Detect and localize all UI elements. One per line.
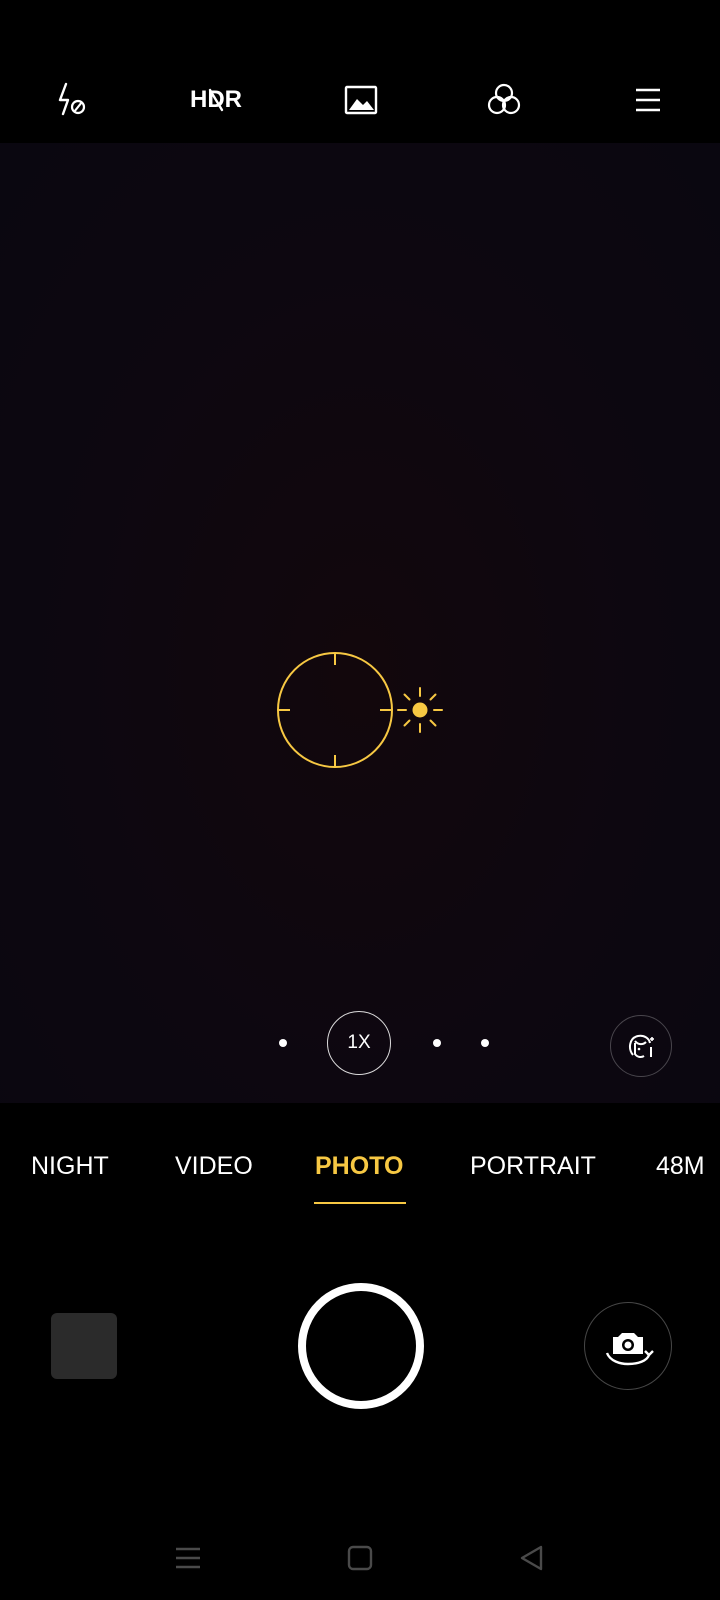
menu-icon[interactable] <box>620 72 676 128</box>
gallery-thumbnail[interactable] <box>51 1313 117 1379</box>
filter-icon[interactable] <box>476 72 532 128</box>
zoom-option-dot[interactable] <box>481 1039 489 1047</box>
zoom-option-dot[interactable] <box>279 1039 287 1047</box>
mode-video[interactable]: VIDEO <box>175 1152 253 1181</box>
switch-camera-icon[interactable] <box>584 1302 672 1390</box>
mode-48m[interactable]: 48M <box>656 1152 705 1181</box>
home-icon[interactable] <box>338 1536 382 1580</box>
top-bar: HDR <box>0 0 720 143</box>
camera-viewfinder[interactable] <box>0 143 720 1103</box>
beauty-face-icon[interactable] <box>610 1015 672 1077</box>
zoom-option-dot[interactable] <box>433 1039 441 1047</box>
image-icon[interactable] <box>333 72 389 128</box>
sun-icon[interactable] <box>396 686 444 734</box>
mode-portrait[interactable]: PORTRAIT <box>470 1152 596 1181</box>
flash-off-icon[interactable] <box>44 72 100 128</box>
focus-ring-icon[interactable] <box>276 651 394 769</box>
mode-night[interactable]: NIGHT <box>31 1152 109 1181</box>
system-nav-bar <box>0 1516 720 1600</box>
active-mode-indicator <box>314 1202 406 1204</box>
hdr-button[interactable]: HDR <box>188 72 244 128</box>
shutter-button[interactable] <box>298 1283 424 1409</box>
back-icon[interactable] <box>510 1536 554 1580</box>
hdr-off-slash <box>208 88 224 112</box>
mode-selector: NIGHT VIDEO PHOTO PORTRAIT 48M <box>0 1103 720 1223</box>
zoom-button[interactable]: 1X <box>327 1011 391 1075</box>
mode-photo[interactable]: PHOTO <box>315 1152 403 1181</box>
recents-icon[interactable] <box>166 1536 210 1580</box>
